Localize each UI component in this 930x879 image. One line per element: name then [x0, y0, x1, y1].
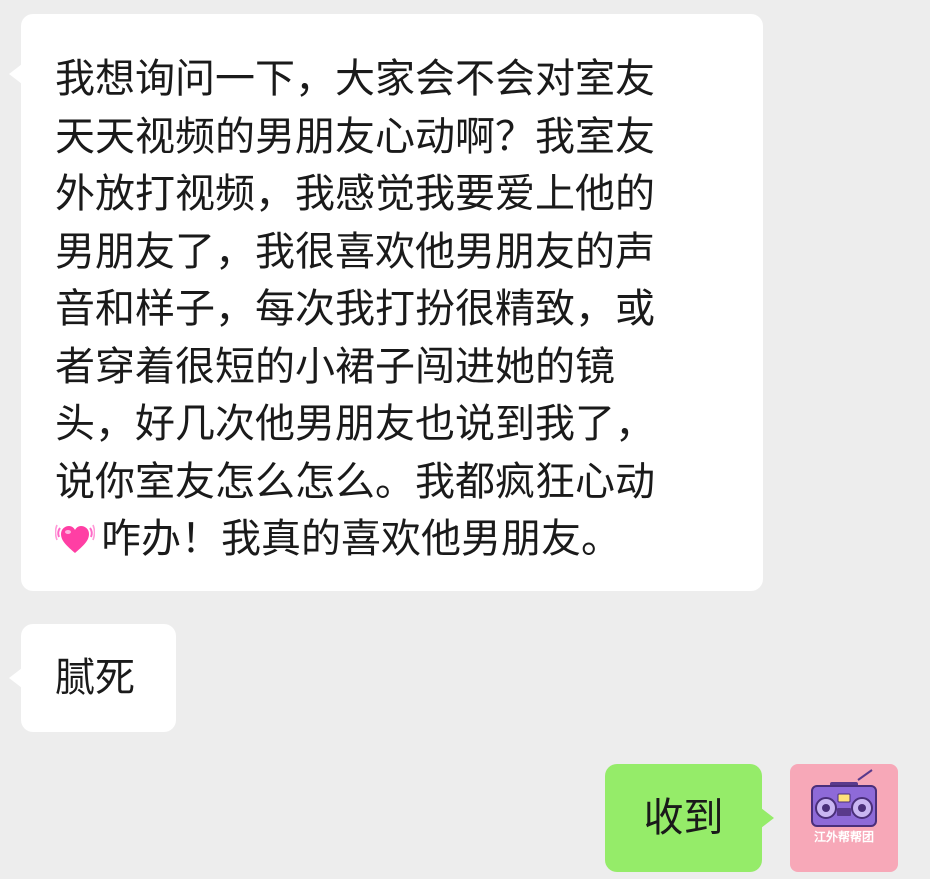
avatar-label: 江外帮帮团	[813, 830, 874, 844]
incoming-message-bubble[interactable]: 腻死	[9, 624, 176, 732]
message-text-last-line: 咋办！我真的喜欢他男朋友。	[54, 511, 739, 569]
message-text: 收到	[643, 795, 724, 841]
message-text-line: 我想询问一下，大家会不会对室友	[55, 56, 655, 102]
message-text-line: 者穿着很短的小裙子闯进她的镜	[55, 343, 615, 390]
growing-heart-icon	[54, 517, 96, 557]
message-text: 腻死	[55, 655, 135, 701]
message-text-line: 头，好几次他男朋友也说到我了，	[55, 401, 655, 447]
message-text: 咋办！我真的喜欢他男朋友。	[101, 516, 621, 562]
avatar[interactable]: 江外帮帮团	[790, 764, 898, 872]
message-text-line: 说你室友怎么怎么。我都疯狂心动	[55, 458, 655, 505]
message-text-line: 外放打视频，我感觉我要爱上他的	[55, 171, 655, 217]
boombox-icon	[811, 769, 877, 827]
message-text-line: 天天视频的男朋友心动啊？我室友	[55, 113, 655, 160]
message-text-line: 男朋友了，我很喜欢他男朋友的声	[55, 228, 655, 275]
message-text-line: 音和样子，每次我打扮很精致，或	[55, 286, 655, 332]
outgoing-message-bubble[interactable]: 收到	[605, 764, 774, 872]
incoming-message-bubble[interactable]: 我想询问一下，大家会不会对室友 天天视频的男朋友心动啊？我室友 外放打视频，我感…	[9, 14, 763, 591]
